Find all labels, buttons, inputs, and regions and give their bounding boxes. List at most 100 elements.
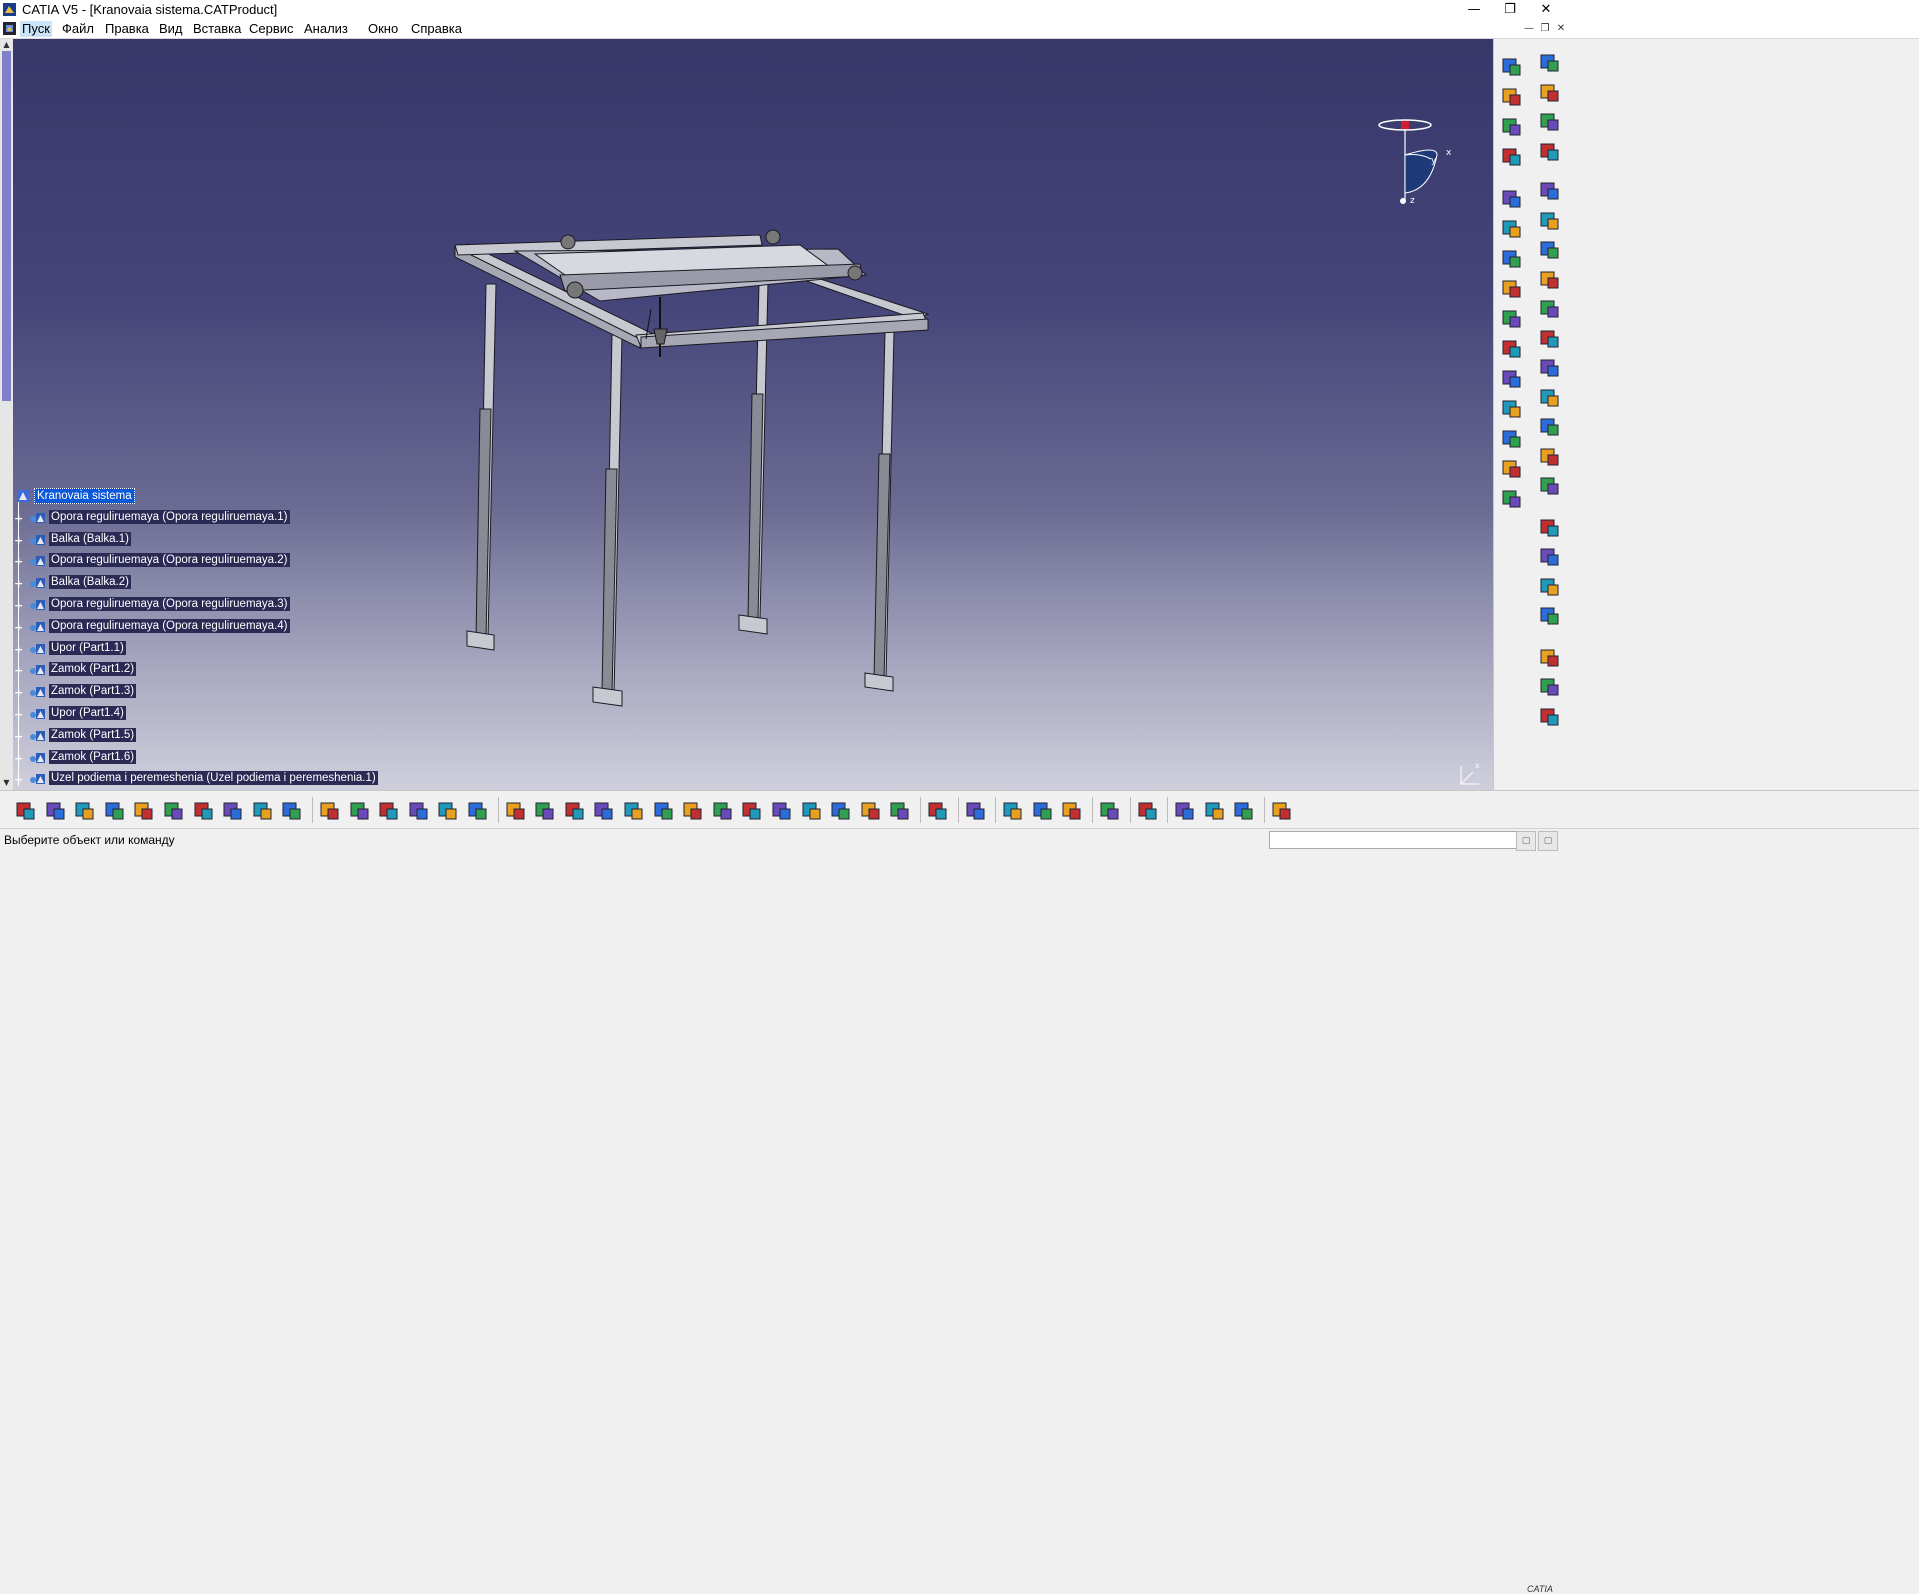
expand-icon[interactable]: + [14, 731, 23, 742]
close-button[interactable]: ✕ [1524, 0, 1568, 20]
table-icon[interactable] [407, 799, 431, 821]
tree-node-label[interactable]: Upor (Part1.1) [49, 640, 126, 655]
zoom-in-icon[interactable] [652, 799, 676, 821]
copy-icon[interactable] [162, 799, 186, 821]
formula-icon[interactable] [318, 799, 342, 821]
cut-icon[interactable] [132, 799, 156, 821]
tree-icon[interactable] [436, 799, 460, 821]
constraint-coincidence-icon[interactable] [1500, 187, 1524, 211]
clash-icon[interactable] [1538, 297, 1562, 321]
scroll-down-arrow[interactable]: ▼ [1, 777, 12, 788]
fix-component-icon[interactable] [1500, 307, 1524, 331]
tree-node-label[interactable]: Opora reguliruemaya (Opora reguliruemaya… [49, 596, 290, 611]
part-green2-icon[interactable] [1538, 675, 1562, 699]
document-icon[interactable] [3, 22, 16, 35]
sectioning-icon[interactable] [1538, 327, 1562, 351]
lock-icon[interactable] [466, 799, 490, 821]
tree-node-label[interactable]: Zamok (Part1.2) [49, 662, 137, 677]
render3-icon[interactable] [1232, 799, 1256, 821]
explode-icon[interactable] [1538, 209, 1562, 233]
tree-node-label[interactable]: Uzel podiema i peremeshenia (Uzel podiem… [49, 771, 378, 786]
spec-icon[interactable] [964, 799, 988, 821]
tools-icon[interactable] [1538, 474, 1562, 498]
tree-root-label[interactable]: Kranovaia sistema [34, 488, 135, 504]
menu-file[interactable]: Файл [60, 21, 96, 37]
render2-icon[interactable] [1203, 799, 1227, 821]
swap-icon[interactable] [859, 799, 883, 821]
expand-icon[interactable]: + [14, 687, 23, 698]
expand-icon[interactable]: + [14, 774, 23, 785]
sketch-icon[interactable] [1538, 604, 1562, 628]
constraint-offset-icon[interactable] [1500, 247, 1524, 271]
menu-edit[interactable]: Правка [103, 21, 151, 37]
undo-icon[interactable] [221, 799, 245, 821]
new-icon[interactable] [14, 799, 38, 821]
expand-icon[interactable]: + [14, 622, 23, 633]
iso-view-icon[interactable] [770, 799, 794, 821]
manipulation-icon[interactable] [1538, 140, 1562, 164]
select-arrow-icon[interactable] [1538, 81, 1562, 105]
hide-show-icon[interactable] [829, 799, 853, 821]
compass-widget[interactable]: x y z [1375, 115, 1455, 210]
pan-icon[interactable] [592, 799, 616, 821]
mass-icon[interactable] [1060, 799, 1084, 821]
expand-icon[interactable]: + [14, 753, 23, 764]
open-icon[interactable] [44, 799, 68, 821]
smart-move-icon[interactable] [1538, 268, 1562, 292]
command-button-1[interactable]: ▢ [1516, 831, 1536, 851]
existing-component-icon[interactable] [1500, 115, 1524, 139]
tree-node-label[interactable]: Zamok (Part1.5) [49, 727, 137, 742]
multi-view-icon[interactable] [740, 799, 764, 821]
expand-icon[interactable]: + [14, 709, 23, 720]
expand-icon[interactable]: + [14, 535, 23, 546]
crane-model[interactable] [0, 39, 1493, 790]
menu-analysis[interactable]: Анализ [302, 21, 350, 37]
interference-icon[interactable] [1538, 545, 1562, 569]
gear-icon[interactable] [1538, 51, 1562, 75]
fit-all-icon[interactable] [563, 799, 587, 821]
fly-icon[interactable] [533, 799, 557, 821]
grid-icon[interactable] [888, 799, 912, 821]
tree-node-label[interactable]: Opora reguliruemaya (Opora reguliruemaya… [49, 509, 290, 524]
expand-icon[interactable]: + [14, 644, 23, 655]
update-icon[interactable] [1500, 457, 1524, 481]
snap-icon[interactable] [1538, 179, 1562, 203]
shading-icon[interactable] [800, 799, 824, 821]
comment-icon[interactable] [348, 799, 372, 821]
render1-icon[interactable] [1173, 799, 1197, 821]
save-icon[interactable] [73, 799, 97, 821]
replace-component-icon[interactable] [1500, 145, 1524, 169]
gear-dropdown-icon[interactable] [1538, 110, 1562, 134]
measure-item-icon[interactable] [1031, 799, 1055, 821]
part-green-icon[interactable] [1538, 646, 1562, 670]
expand-icon[interactable]: + [14, 600, 23, 611]
component-icon[interactable] [1500, 85, 1524, 109]
measure-between-icon[interactable] [1001, 799, 1025, 821]
paste-icon[interactable] [192, 799, 216, 821]
doc-close-button[interactable]: ✕ [1554, 22, 1568, 36]
expand-icon[interactable]: + [14, 578, 23, 589]
command-button-2[interactable]: ▢ [1538, 831, 1558, 851]
distance-icon[interactable] [1538, 356, 1562, 380]
part-green3-icon[interactable] [1538, 705, 1562, 729]
constraint-contact-icon[interactable] [1500, 217, 1524, 241]
expand-icon[interactable]: + [14, 513, 23, 524]
menu-tools[interactable]: Сервис [247, 21, 296, 37]
quick-constraint-icon[interactable] [1500, 367, 1524, 391]
normal-view-icon[interactable] [711, 799, 735, 821]
stop-manipulate-icon[interactable] [1538, 238, 1562, 262]
plane-icon[interactable] [1136, 799, 1160, 821]
scroll-thumb[interactable] [2, 51, 11, 401]
3d-viewport[interactable] [0, 39, 1493, 790]
catia-app-icon[interactable] [3, 3, 16, 16]
tree-node-label[interactable]: Opora reguliruemaya (Opora reguliruemaya… [49, 618, 290, 633]
menu-window[interactable]: Окно [366, 21, 400, 37]
product-icon[interactable] [1500, 55, 1524, 79]
zoom-out-icon[interactable] [681, 799, 705, 821]
menu-insert[interactable]: Вставка [191, 21, 243, 37]
snap-grid-icon[interactable] [1270, 799, 1294, 821]
catalog-icon[interactable] [1538, 445, 1562, 469]
flexible-icon[interactable] [1500, 397, 1524, 421]
tree-node-label[interactable]: Zamok (Part1.3) [49, 684, 137, 699]
reuse-pattern-icon[interactable] [1500, 427, 1524, 451]
